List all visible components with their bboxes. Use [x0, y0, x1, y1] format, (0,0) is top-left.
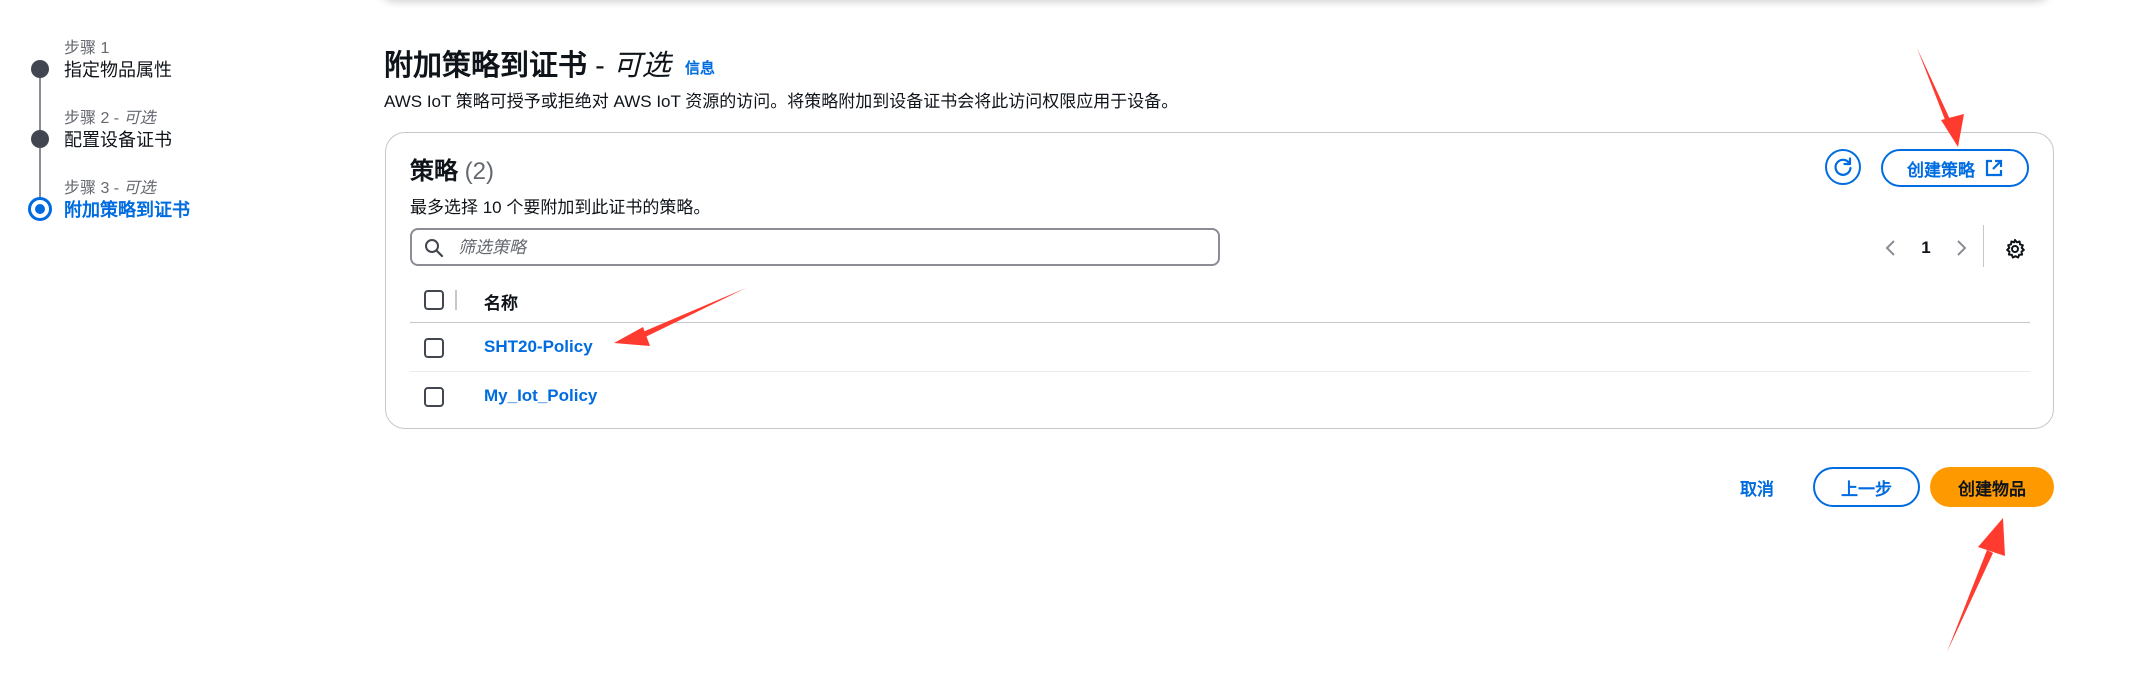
pagination: 1 [1876, 233, 1976, 263]
next-page-button[interactable] [1946, 233, 1976, 263]
refresh-icon [1834, 157, 1852, 176]
table-row: SHT20-Policy [410, 323, 2030, 372]
wizard-steps: 步骤 1 指定物品属性 步骤 2 - 可选 配置设备证书 步骤 3 - 可选 附… [28, 30, 328, 240]
page: 步骤 1 指定物品属性 步骤 2 - 可选 配置设备证书 步骤 3 - 可选 附… [0, 0, 2156, 678]
step-title[interactable]: 指定物品属性 [64, 56, 172, 82]
create-policy-button[interactable]: 创建策略 [1881, 149, 2029, 187]
page-number[interactable]: 1 [1906, 238, 1946, 258]
column-divider [455, 290, 457, 310]
row-checkbox[interactable] [424, 338, 444, 358]
annotation-arrow [1947, 518, 2005, 652]
step-indicator [31, 130, 49, 148]
refresh-button[interactable] [1825, 149, 1861, 185]
column-header-name[interactable]: 名称 [484, 289, 518, 314]
table-header: 名称 [410, 278, 2030, 323]
select-all-checkbox[interactable] [424, 290, 444, 310]
create-policy-label: 创建策略 [1907, 160, 1975, 180]
policies-count: (2) [464, 158, 495, 185]
policy-link[interactable]: SHT20-Policy [484, 337, 593, 357]
chevron-left-icon [1885, 240, 1895, 256]
page-title: 附加策略到证书 - 可选 [384, 50, 671, 82]
search-icon [425, 239, 444, 258]
step-caption: 步骤 2 - 可选 [64, 110, 156, 127]
policies-heading: 策略 (2) [410, 158, 495, 185]
step-title: 附加策略到证书 [64, 200, 190, 220]
previous-page-button[interactable] [1876, 233, 1906, 263]
step-indicator [31, 60, 49, 78]
table-row: My_Iot_Policy [410, 372, 2030, 420]
table-settings-button[interactable] [2000, 234, 2030, 264]
info-link[interactable]: 信息 [685, 57, 715, 78]
step-3: 步骤 3 - 可选 附加策略到证书 [28, 170, 328, 240]
row-checkbox[interactable] [424, 387, 444, 407]
step-caption: 步骤 1 [64, 40, 110, 57]
pager-divider [1983, 225, 1984, 267]
step-caption: 步骤 3 - 可选 [64, 180, 156, 197]
external-link-icon [1985, 159, 2003, 177]
filter-policies-field[interactable] [410, 228, 1220, 266]
filter-policies-input[interactable] [456, 234, 1200, 262]
page-description: AWS IoT 策略可授予或拒绝对 AWS IoT 资源的访问。将策略附加到设备… [384, 92, 1179, 111]
policy-link[interactable]: My_Iot_Policy [484, 386, 597, 406]
policies-description: 最多选择 10 个要附加到此证书的策略。 [410, 198, 711, 217]
policies-container: 策略 (2) 最多选择 10 个要附加到此证书的策略。 创建策略 筛选策略 1 … [385, 132, 2054, 429]
step-indicator-current [28, 197, 52, 221]
policies-table: 名称 SHT20-Policy My_Iot_Policy [410, 278, 2030, 420]
chevron-right-icon [1957, 240, 1967, 256]
cancel-button[interactable]: 取消 [1740, 475, 1774, 500]
step-title[interactable]: 配置设备证书 [64, 126, 172, 152]
step-1[interactable]: 步骤 1 指定物品属性 [28, 30, 328, 130]
create-thing-button[interactable]: 创建物品 [1930, 467, 2054, 507]
gear-icon [2006, 239, 2025, 259]
step-2[interactable]: 步骤 2 - 可选 配置设备证书 [28, 100, 328, 200]
previous-button[interactable]: 上一步 [1813, 467, 1920, 507]
